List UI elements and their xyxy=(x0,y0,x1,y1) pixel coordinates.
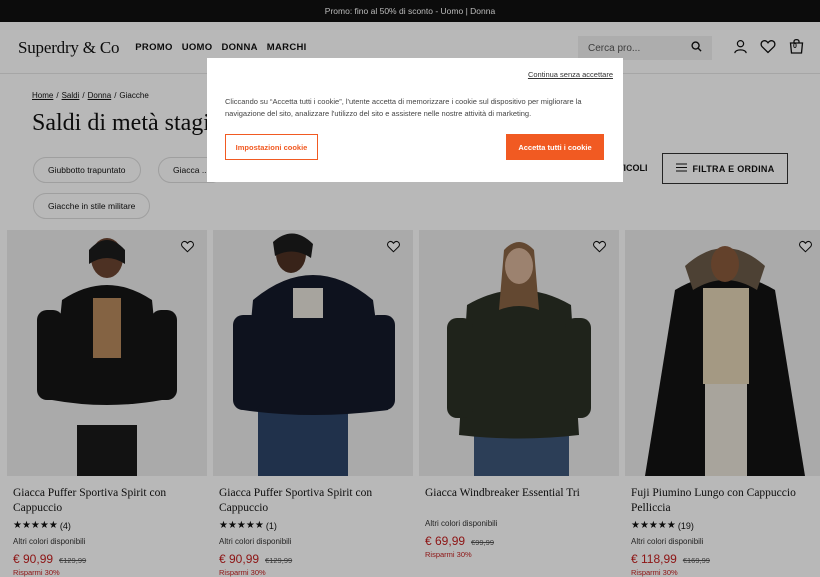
cookie-consent-dialog: Continua senza accettare Cliccando su “A… xyxy=(207,58,623,182)
cookie-settings-button[interactable]: Impostazioni cookie xyxy=(225,134,318,160)
continue-without-accepting-link[interactable]: Continua senza accettare xyxy=(528,70,613,79)
cookie-text: Cliccando su “Accetta tutti i cookie”, l… xyxy=(225,97,582,118)
accept-all-cookies-button[interactable]: Accetta tutti i cookie xyxy=(506,134,604,160)
